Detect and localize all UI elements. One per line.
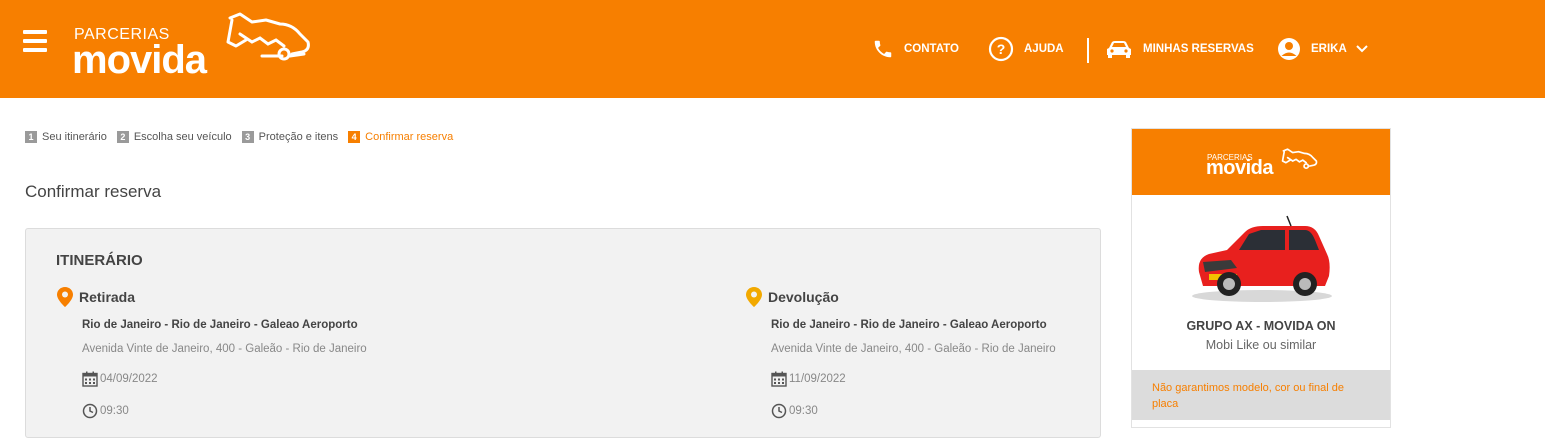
return-time: 09:30 xyxy=(789,405,818,417)
location-pin-icon xyxy=(746,287,762,307)
help-link[interactable]: ? AJUDA xyxy=(988,0,1064,98)
location-pin-icon xyxy=(57,287,73,307)
return-section: Devolução Rio de Janeiro - Rio de Janeir… xyxy=(746,287,1056,419)
step-number: 2 xyxy=(116,131,129,143)
step-number: 4 xyxy=(348,131,361,143)
itinerary-title: ITINERÁRIO xyxy=(56,252,143,269)
pickup-time-row: 09:30 xyxy=(82,403,367,419)
logo-movida-text: movida xyxy=(1206,157,1274,179)
my-reservations-link[interactable]: MINHAS RESERVAS xyxy=(1105,0,1254,98)
step-label: Proteção e itens xyxy=(258,131,339,143)
nav-divider xyxy=(1087,38,1089,63)
pickup-location-name: Rio de Janeiro - Rio de Janeiro - Galeao… xyxy=(82,319,358,331)
return-location-name: Rio de Janeiro - Rio de Janeiro - Galeao… xyxy=(771,319,1047,331)
user-menu[interactable]: ERIKA xyxy=(1277,0,1369,98)
return-address: Avenida Vinte de Janeiro, 400 - Galeão -… xyxy=(771,343,1056,355)
vehicle-image xyxy=(1192,215,1332,302)
pickup-heading: Retirada xyxy=(57,287,367,307)
pickup-label: Retirada xyxy=(79,289,136,305)
calendar-icon xyxy=(82,371,98,387)
menu-icon[interactable] xyxy=(23,30,47,52)
step-vehicle[interactable]: 2 Escolha seu veículo xyxy=(116,131,232,143)
top-header: PARCERIAS movida CONTATO ? AJUDA MINHAS … xyxy=(0,0,1545,98)
step-label: Escolha seu veículo xyxy=(133,131,232,143)
help-label: AJUDA xyxy=(1024,43,1064,55)
phone-icon xyxy=(874,40,892,58)
return-date-row: 11/09/2022 xyxy=(771,371,1056,387)
pickup-section: Retirada Rio de Janeiro - Rio de Janeiro… xyxy=(57,287,367,419)
user-name: ERIKA xyxy=(1311,43,1347,55)
summary-header: PARCERIAS movida xyxy=(1132,129,1390,195)
step-number: 3 xyxy=(241,131,254,143)
return-date: 11/09/2022 xyxy=(789,373,846,385)
contact-label: CONTATO xyxy=(904,43,959,55)
user-avatar-icon xyxy=(1278,38,1300,60)
pickup-date-row: 04/09/2022 xyxy=(82,371,367,387)
vehicle-group: GRUPO AX - MOVIDA ON xyxy=(1186,319,1336,333)
help-icon: ? xyxy=(988,36,1014,62)
svg-text:?: ? xyxy=(997,41,1006,57)
step-label: Confirmar reserva xyxy=(365,131,454,143)
vehicle-model: Mobi Like ou similar xyxy=(1205,338,1317,352)
pickup-date: 04/09/2022 xyxy=(100,373,158,385)
step-label: Seu itinerário xyxy=(42,131,107,143)
step-confirm: 4 Confirmar reserva xyxy=(348,131,453,143)
pickup-address: Avenida Vinte de Janeiro, 400 - Galeão -… xyxy=(82,343,367,355)
return-heading: Devolução xyxy=(746,287,1056,307)
return-label: Devolução xyxy=(768,289,839,305)
page-title: Confirmar reserva xyxy=(25,182,162,201)
calendar-icon xyxy=(771,371,787,387)
logo-movida-text: movida xyxy=(72,38,207,82)
step-itinerary[interactable]: 1 Seu itinerário xyxy=(25,131,107,143)
itinerary-card: ITINERÁRIO Retirada Rio de Janeiro - Rio… xyxy=(25,228,1101,438)
return-time-row: 09:30 xyxy=(771,403,1056,419)
step-number: 1 xyxy=(25,131,37,143)
car-icon xyxy=(1107,41,1131,58)
vehicle-summary-card: PARCERIAS movida GRUPO AX - MOVIDA ON Mo… xyxy=(1131,128,1391,428)
progress-steps: 1 Seu itinerário 2 Escolha seu veículo 3… xyxy=(25,131,463,143)
chevron-down-icon xyxy=(1356,45,1368,53)
pickup-time: 09:30 xyxy=(100,405,129,417)
movida-logo[interactable]: PARCERIAS movida xyxy=(72,12,312,82)
clock-icon xyxy=(771,403,787,419)
step-protection[interactable]: 3 Proteção e itens xyxy=(241,131,339,143)
vehicle-disclaimer: Não garantimos modelo, cor ou final de p… xyxy=(1132,370,1390,420)
handshake-car-icon xyxy=(1281,148,1318,170)
contact-link[interactable]: CONTATO xyxy=(872,0,959,98)
handshake-car-icon xyxy=(226,12,310,61)
my-reservations-label: MINHAS RESERVAS xyxy=(1143,43,1254,55)
clock-icon xyxy=(82,403,98,419)
